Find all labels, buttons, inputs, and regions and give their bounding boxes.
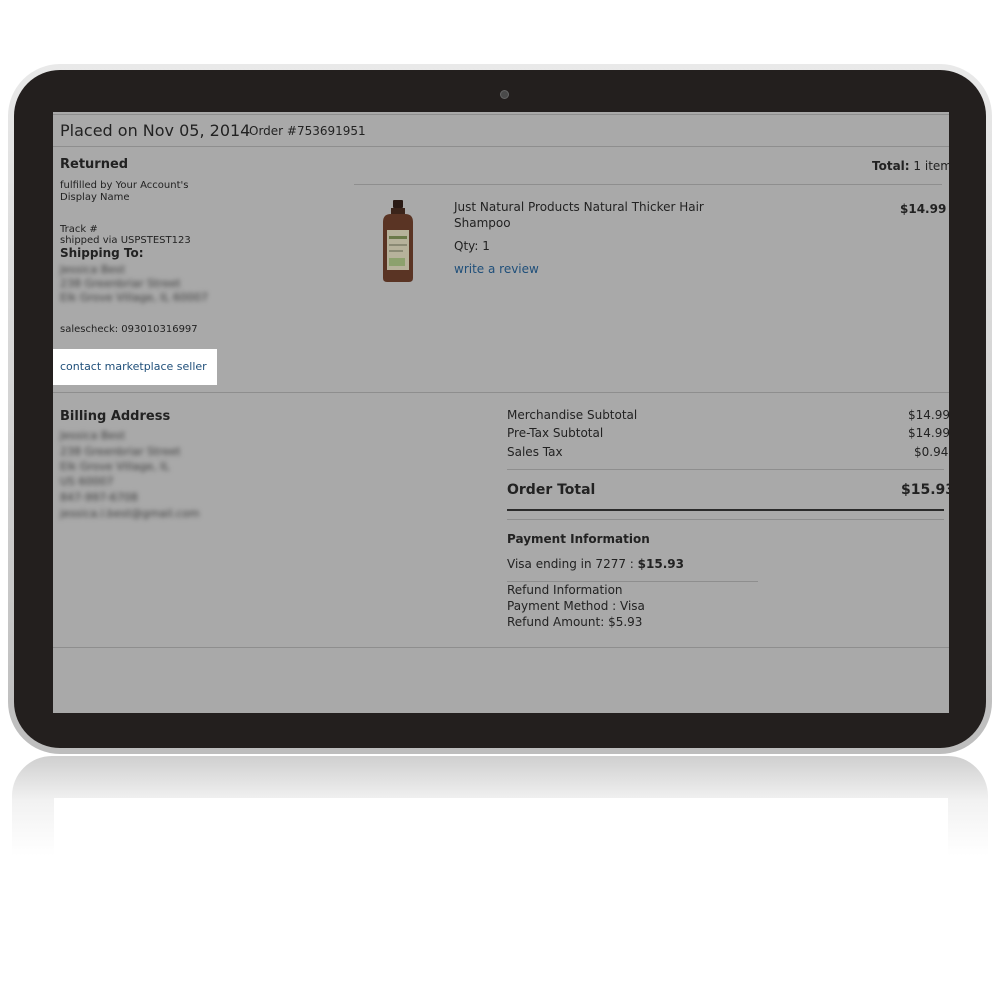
refund-amount: Refund Amount: $5.93 xyxy=(507,615,643,629)
billing-line: US 60007 xyxy=(60,475,114,488)
item-price: $14.99 xyxy=(900,202,947,216)
summary-divider xyxy=(507,469,944,470)
payment-info-label: Payment Information xyxy=(507,532,650,546)
shipped-via: shipped via USPSTEST123 xyxy=(60,235,191,246)
bottom-divider xyxy=(53,647,949,648)
item-name-line1[interactable]: Just Natural Products Natural Thicker Ha… xyxy=(454,200,704,214)
sales-tax-label: Sales Tax xyxy=(507,445,563,459)
billing-line: 847-997-6708 xyxy=(60,491,138,504)
section-divider xyxy=(53,392,949,393)
refund-divider xyxy=(507,581,758,582)
top-divider xyxy=(53,114,949,115)
merch-subtotal-label: Merchandise Subtotal xyxy=(507,408,638,422)
shipping-line: Jessica Best xyxy=(60,263,126,276)
refund-method: Payment Method : Visa xyxy=(507,599,645,613)
header-divider xyxy=(53,146,949,147)
card-info: Visa ending in 7277 : $15.93 xyxy=(507,557,684,571)
item-name-line2[interactable]: Shampoo xyxy=(454,216,511,230)
total-label: Total: xyxy=(872,159,910,173)
billing-line: Elk Grove Village, IL xyxy=(60,460,170,473)
placed-date: Placed on Nov 05, 2014 xyxy=(60,121,251,140)
contact-marketplace-seller-link[interactable]: contact marketplace seller xyxy=(60,360,207,373)
billing-line: jessica.l.best@gmail.com xyxy=(60,507,200,520)
fulfilled-by-line1: fulfilled by Your Account's xyxy=(60,180,189,191)
item-qty: Qty: 1 xyxy=(454,239,490,253)
billing-line: 238 Greenbriar Street xyxy=(60,445,181,458)
card-amount: $15.93 xyxy=(637,557,684,571)
shampoo-bottle-icon xyxy=(383,200,413,282)
shipping-line: 238 Greenbriar Street xyxy=(60,277,181,290)
write-review-link[interactable]: write a review xyxy=(454,262,539,276)
screen-reflection xyxy=(54,798,948,858)
order-status: Returned xyxy=(60,157,129,172)
payment-divider xyxy=(507,519,944,520)
total-items-count: 1 item xyxy=(913,159,949,173)
order-details-screen: Placed on Nov 05, 2014 Order #753691951 … xyxy=(53,112,949,713)
pretax-subtotal-label: Pre-Tax Subtotal xyxy=(507,426,604,440)
salescheck: salescheck: 093010316997 xyxy=(60,324,198,335)
order-number: Order #753691951 xyxy=(249,124,366,138)
order-total-label: Order Total xyxy=(507,482,596,498)
refund-info-label: Refund Information xyxy=(507,583,623,597)
pretax-subtotal-value: $14.99 xyxy=(908,426,949,440)
billing-address-label: Billing Address xyxy=(60,409,171,424)
fulfilled-by-line2: Display Name xyxy=(60,192,130,203)
merch-subtotal-value: $14.99 xyxy=(908,408,949,422)
card-ending: Visa ending in 7277 : xyxy=(507,557,634,571)
order-total-divider xyxy=(507,509,944,511)
item-divider xyxy=(354,184,942,185)
sales-tax-value: $0.94 xyxy=(914,445,949,459)
total-items: Total: 1 item xyxy=(872,159,949,173)
track-label: Track # xyxy=(60,224,98,235)
shipping-to-label: Shipping To: xyxy=(60,246,144,260)
order-total-value: $15.93 xyxy=(901,482,949,498)
shipping-line: Elk Grove Village, IL 60007 xyxy=(60,291,208,304)
billing-line: Jessica Best xyxy=(60,429,126,442)
camera-icon xyxy=(500,90,509,99)
